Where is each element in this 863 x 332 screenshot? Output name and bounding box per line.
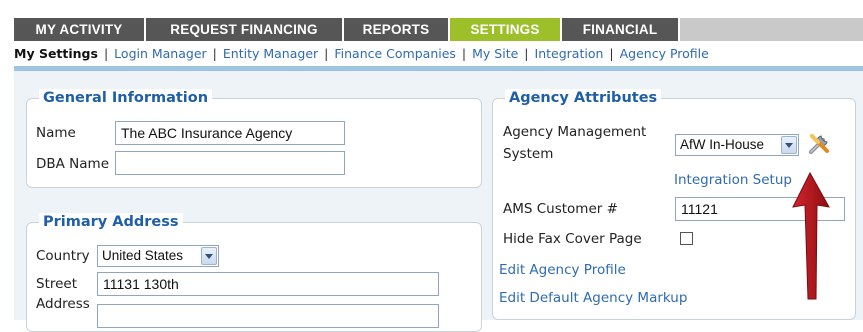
subnav-separator: |: [212, 46, 217, 61]
subnav-separator: |: [324, 46, 329, 61]
subnav-link-login-manager[interactable]: Login Manager: [114, 46, 207, 61]
country-label: Country: [36, 248, 90, 264]
street-address-label-line2: Address: [36, 296, 90, 312]
general-information-fieldset: General Information Name DBA Name: [26, 89, 482, 188]
subnav-link-my-site[interactable]: My Site: [472, 46, 518, 61]
dba-name-label: DBA Name: [36, 156, 110, 172]
tab-reports[interactable]: REPORTS: [344, 18, 450, 41]
chevron-down-icon[interactable]: [781, 136, 797, 154]
subnav-current-my-settings: My Settings: [14, 46, 98, 61]
ams-customer-label: AMS Customer #: [503, 201, 618, 217]
tab-financial[interactable]: FINANCIAL: [562, 18, 680, 41]
red-arrow-icon: [792, 171, 830, 300]
subnav-separator: |: [103, 46, 109, 61]
name-label: Name: [36, 125, 76, 141]
street-address-input[interactable]: [97, 272, 439, 296]
settings-subnav: My Settings | Login Manager | Entity Manager…: [14, 44, 709, 64]
primary-address-fieldset: Primary Address Country United States St…: [26, 213, 482, 332]
subnav-separator: |: [461, 46, 467, 61]
agency-name-input[interactable]: [115, 121, 345, 145]
tab-my-activity[interactable]: MY ACTIVITY: [14, 18, 146, 41]
tab-request-financing[interactable]: REQUEST FINANCING: [146, 18, 344, 41]
subnav-link-finance-companies[interactable]: Finance Companies: [334, 46, 456, 61]
tab-settings[interactable]: SETTINGS: [450, 18, 562, 41]
main-tab-bar: MY ACTIVITY REQUEST FINANCING REPORTS SE…: [0, 0, 863, 41]
subnav-link-integration[interactable]: Integration: [535, 46, 604, 61]
subnav-link-agency-profile[interactable]: Agency Profile: [620, 46, 709, 61]
street-address-label-line1: Street: [36, 276, 78, 292]
subnav-separator: |: [609, 46, 614, 61]
country-selected-value: United States: [102, 248, 184, 263]
general-information-legend: General Information: [39, 89, 213, 107]
agency-attributes-legend: Agency Attributes: [505, 89, 662, 107]
chevron-down-icon[interactable]: [201, 247, 217, 265]
agency-attributes-fieldset: Agency Attributes Agency Management Syst…: [492, 89, 856, 320]
ams-label-line1: Agency Management: [503, 124, 647, 140]
settings-content-panel: General Information Name DBA Name Primar…: [14, 71, 863, 332]
ams-select[interactable]: AfW In-House: [675, 134, 799, 156]
ams-selected-value: AfW In-House: [680, 137, 765, 152]
tools-icon[interactable]: [807, 132, 831, 156]
subnav-separator: |: [524, 46, 529, 61]
edit-default-agency-markup-link[interactable]: Edit Default Agency Markup: [499, 289, 687, 307]
ams-label-line2: System: [503, 146, 554, 162]
hide-fax-checkbox[interactable]: [680, 232, 693, 245]
hide-fax-label: Hide Fax Cover Page: [503, 231, 642, 247]
subnav-link-entity-manager[interactable]: Entity Manager: [223, 46, 318, 61]
dba-name-input[interactable]: [115, 151, 345, 175]
edit-agency-profile-link[interactable]: Edit Agency Profile: [499, 261, 626, 279]
country-select[interactable]: United States: [97, 245, 219, 267]
integration-setup-link[interactable]: Integration Setup: [674, 171, 792, 189]
street-address-line2-input[interactable]: [97, 304, 439, 328]
primary-address-legend: Primary Address: [39, 213, 183, 231]
